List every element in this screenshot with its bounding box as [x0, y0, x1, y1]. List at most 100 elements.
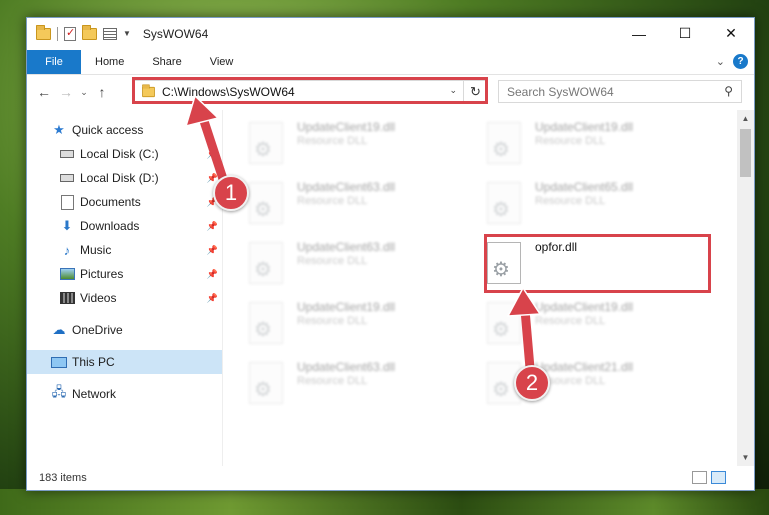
view-toggle: [692, 471, 726, 484]
nav-label: Pictures: [80, 267, 124, 281]
nav-label: Network: [72, 387, 117, 401]
quick-access-toolbar: ▼: [27, 24, 131, 41]
file-name: UpdateClient21.dll: [535, 360, 634, 374]
dll-file-icon: [487, 122, 521, 164]
dll-file-icon: [249, 362, 283, 404]
file-item[interactable]: UpdateClient63.dll Resource DLL: [249, 176, 449, 230]
file-item[interactable]: UpdateClient19.dll Resource DLL: [249, 116, 449, 170]
nav-label: Downloads: [80, 219, 140, 233]
file-name: UpdateClient19.dll: [535, 120, 634, 134]
pictures-icon: [59, 267, 75, 281]
network-icon: 🖧: [51, 384, 67, 399]
file-name: UpdateClient63.dll: [297, 240, 396, 254]
download-arrow-icon: ⬇: [61, 218, 73, 233]
title-bar: ▼ SysWOW64 — ☐ ✕: [27, 18, 754, 49]
nav-item-local-disk-c[interactable]: Local Disk (C:) 📌: [27, 142, 222, 166]
dll-file-icon: [249, 122, 283, 164]
pin-icon[interactable]: 📌: [207, 293, 218, 304]
nav-item-downloads[interactable]: ⬇ Downloads 📌: [27, 214, 222, 238]
scroll-up-icon[interactable]: ▲: [737, 110, 754, 127]
file-name: UpdateClient19.dll: [297, 300, 396, 314]
tab-file[interactable]: File: [27, 49, 81, 74]
address-bar-highlight: [132, 77, 488, 104]
nav-item-videos[interactable]: Videos 📌: [27, 286, 222, 310]
view-options-icon[interactable]: [103, 27, 117, 40]
help-icon[interactable]: ?: [733, 54, 748, 69]
maximize-button[interactable]: ☐: [662, 18, 708, 49]
star-icon: ★: [53, 122, 65, 137]
step-2-badge: 2: [514, 365, 550, 401]
file-item[interactable]: UpdateClient63.dll Resource DLL: [249, 236, 449, 290]
recent-locations-icon[interactable]: ⌄: [77, 87, 91, 98]
minimize-button[interactable]: —: [616, 18, 662, 49]
file-item[interactable]: UpdateClient19.dll Resource DLL: [487, 116, 687, 170]
up-arrow-icon[interactable]: ↑: [91, 84, 113, 100]
search-input[interactable]: Search SysWOW64 ⚲: [498, 80, 742, 103]
navigation-pane: ★ Quick access Local Disk (C:) 📌 Local D…: [27, 110, 223, 466]
file-name: UpdateClient63.dll: [297, 180, 396, 194]
file-name: UpdateClient65.dll: [535, 180, 634, 194]
nav-item-local-disk-d[interactable]: Local Disk (D:) 📌: [27, 166, 222, 190]
file-type: Resource DLL: [297, 255, 368, 267]
nav-label: Music: [80, 243, 112, 257]
drive-icon: [59, 147, 75, 161]
file-item[interactable]: UpdateClient19.dll Resource DLL: [249, 296, 449, 350]
customize-toolbar-icon[interactable]: ▼: [123, 29, 131, 38]
vertical-scrollbar[interactable]: ▲ ▼: [737, 110, 754, 466]
nav-item-pictures[interactable]: Pictures 📌: [27, 262, 222, 286]
nav-onedrive[interactable]: ☁ OneDrive: [27, 318, 222, 342]
nav-item-music[interactable]: ♪ Music 📌: [27, 238, 222, 262]
nav-label: Quick access: [72, 123, 144, 137]
nav-quick-access[interactable]: ★ Quick access: [27, 118, 222, 142]
computer-icon: [51, 355, 67, 369]
window-controls: — ☐ ✕: [616, 18, 754, 49]
file-type: Resource DLL: [535, 135, 606, 147]
nav-this-pc[interactable]: This PC: [27, 350, 222, 374]
close-button[interactable]: ✕: [708, 18, 754, 49]
folder-icon: [36, 24, 51, 40]
scroll-thumb[interactable]: [740, 129, 751, 177]
desktop-wallpaper: [0, 489, 769, 515]
tab-share[interactable]: Share: [138, 50, 195, 74]
tab-view[interactable]: View: [196, 50, 248, 74]
status-bar: 183 items: [27, 466, 754, 490]
toolbar-divider: [57, 26, 58, 41]
file-highlight: [484, 234, 711, 293]
nav-label: Local Disk (D:): [80, 171, 159, 185]
file-item[interactable]: UpdateClient65.dll Resource DLL: [487, 176, 687, 230]
nav-label: OneDrive: [72, 323, 123, 337]
nav-label: Videos: [80, 291, 117, 305]
music-note-icon: ♪: [63, 242, 71, 258]
pin-icon[interactable]: 📌: [207, 221, 218, 232]
search-placeholder: Search SysWOW64: [507, 84, 614, 99]
file-type: Resource DLL: [535, 195, 606, 207]
pin-icon[interactable]: 📌: [207, 269, 218, 280]
file-name: UpdateClient19.dll: [297, 120, 396, 134]
new-folder-icon[interactable]: [82, 24, 97, 40]
ribbon-tabs: File Home Share View ⌄ ?: [27, 49, 754, 75]
scroll-down-icon[interactable]: ▼: [737, 449, 754, 466]
file-type: Resource DLL: [297, 315, 368, 327]
file-item[interactable]: UpdateClient19.dll Resource DLL: [487, 296, 687, 350]
forward-arrow-icon[interactable]: →: [55, 84, 77, 100]
details-view-icon[interactable]: [692, 471, 707, 484]
tab-home[interactable]: Home: [81, 50, 138, 74]
chevron-down-icon[interactable]: ⌄: [716, 55, 725, 68]
item-count: 183 items: [39, 472, 87, 484]
back-arrow-icon[interactable]: ←: [33, 84, 55, 100]
file-type: Resource DLL: [535, 315, 606, 327]
nav-label: Local Disk (C:): [80, 147, 159, 161]
step-1-badge: 1: [213, 175, 249, 211]
file-type: Resource DLL: [297, 135, 368, 147]
pin-icon[interactable]: 📌: [207, 149, 218, 160]
dll-file-icon: [249, 182, 283, 224]
video-icon: [59, 291, 75, 305]
nav-network[interactable]: 🖧 Network: [27, 382, 222, 406]
properties-icon[interactable]: [64, 26, 76, 41]
file-item[interactable]: UpdateClient63.dll Resource DLL: [249, 356, 449, 410]
nav-item-documents[interactable]: Documents 📌: [27, 190, 222, 214]
search-icon[interactable]: ⚲: [724, 84, 733, 98]
large-icons-view-icon[interactable]: [711, 471, 726, 484]
pin-icon[interactable]: 📌: [207, 245, 218, 256]
file-type: Resource DLL: [297, 375, 368, 387]
